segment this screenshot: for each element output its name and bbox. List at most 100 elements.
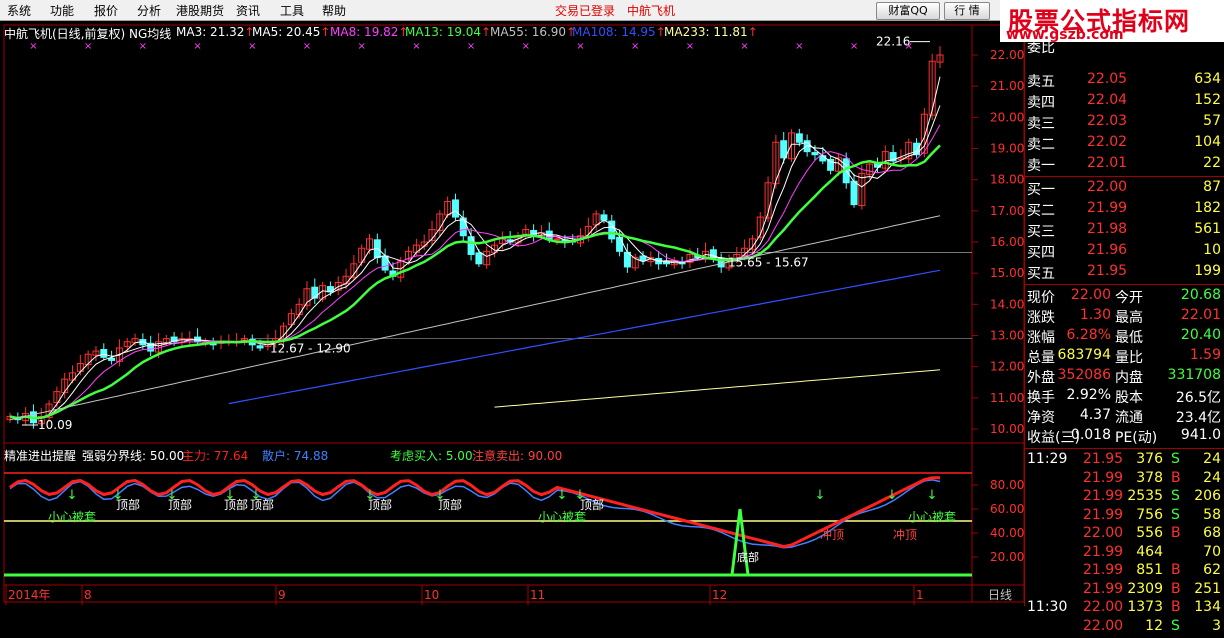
buy-row[interactable]: 买二 21.99 182 <box>1025 199 1224 220</box>
buy-level-label: 买二 <box>1027 203 1055 219</box>
tick-volume: 756 <box>1136 506 1163 523</box>
stat-row[interactable]: 外盘 352086 内盘 331708 <box>1025 366 1224 387</box>
sell-row[interactable]: 卖五 22.05 634 <box>1025 70 1224 91</box>
tick-volume: 1373 <box>1127 599 1163 615</box>
buy-row[interactable]: 买三 21.98 561 <box>1025 220 1224 241</box>
tick-side: S <box>1171 506 1180 523</box>
tick-volume: 378 <box>1136 469 1163 486</box>
sell-price: 22.03 <box>1087 113 1128 129</box>
candle-body <box>600 214 608 221</box>
candle-body <box>827 158 835 171</box>
price-axis-label: 16.00 <box>990 235 1024 249</box>
menu-quote[interactable]: 报价 <box>94 2 118 19</box>
tick-volume: 376 <box>1136 451 1163 467</box>
tick-price: 21.99 <box>1083 506 1124 523</box>
quote-divider <box>1025 284 1224 285</box>
warning-label: 小心被套 <box>538 510 586 524</box>
wealth-qq-button[interactable]: 财富QQ <box>876 2 940 20</box>
top-label: 顶部 <box>438 497 462 512</box>
tick-side: S <box>1171 451 1180 467</box>
tick-side: B <box>1171 562 1181 578</box>
stat-row[interactable]: 收益(三) 0.018 PE(动) 941.0 <box>1025 426 1224 447</box>
sell-price: 22.04 <box>1087 92 1128 108</box>
rush-label: 冲顶 <box>893 527 917 542</box>
top-label: 顶部 <box>224 497 248 512</box>
stat-value: 26.5亿 <box>1175 390 1221 406</box>
menu-analysis[interactable]: 分析 <box>137 2 161 19</box>
signal-arrow: ↓ <box>815 488 826 503</box>
tick-time: 11:30 <box>1027 599 1068 615</box>
stat-row[interactable]: 现价 22.00 今开 20.68 <box>1025 286 1224 307</box>
buy-volume: 10 <box>1203 242 1221 258</box>
chart-frame <box>3 24 1024 603</box>
stat-value: 20.40 <box>1180 327 1221 343</box>
ma233-line <box>494 369 941 408</box>
sell-row[interactable]: 卖四 22.04 152 <box>1025 91 1224 112</box>
sub-legend-title: 精准进出提醒 <box>4 449 77 463</box>
tick-volume: 556 <box>1136 525 1163 541</box>
tick-side: B <box>1171 599 1181 615</box>
signal-marker: × <box>29 41 37 52</box>
stat-label: 净资 <box>1027 410 1055 426</box>
stat-row[interactable]: 涨跌 1.30 最高 22.01 <box>1025 306 1224 327</box>
signal-marker: × <box>357 41 365 52</box>
stat-row[interactable]: 换手 2.92% 股本 26.5亿 <box>1025 386 1224 407</box>
signal-arrow: ↓ <box>67 488 78 503</box>
tick-price: 21.99 <box>1083 543 1124 560</box>
top-label: 顶部 <box>368 497 392 512</box>
menu-news[interactable]: 资讯 <box>236 2 260 19</box>
candle-body <box>100 349 108 358</box>
signal-arrow: ↓ <box>557 488 568 503</box>
stat-label: 涨幅 <box>1027 330 1055 346</box>
stat-label: 换手 <box>1027 390 1055 406</box>
top-label: 顶部 <box>580 497 604 512</box>
stat-value: 20.68 <box>1180 287 1221 303</box>
watermark-logo: 股票公式指标网 www.gszb.com <box>1000 0 1224 43</box>
buy-volume: 561 <box>1194 221 1221 237</box>
stat-label: 涨跌 <box>1027 310 1055 326</box>
stat-label: 现价 <box>1027 290 1055 306</box>
market-button[interactable]: 行 情 <box>944 2 990 20</box>
up-arrow-icon: ↑ <box>747 25 758 39</box>
top-label: 顶部 <box>250 497 274 512</box>
stat-label: 今开 <box>1115 290 1143 306</box>
stat-value: 6.28% <box>1066 327 1111 343</box>
candle-body <box>780 140 788 159</box>
menu-function[interactable]: 功能 <box>50 2 74 19</box>
date-axis-label: 1 <box>916 588 924 602</box>
tick-price: 22.00 <box>1083 599 1124 615</box>
stat-value: 1.59 <box>1189 347 1221 363</box>
menu-help[interactable]: 帮助 <box>322 2 346 19</box>
sell-row[interactable]: 卖一 22.01 22 <box>1025 154 1224 175</box>
stat-row[interactable]: 净资 4.37 流通 23.4亿 <box>1025 406 1224 427</box>
tick-price: 22.00 <box>1083 617 1124 634</box>
buy-volume: 199 <box>1194 263 1221 279</box>
tick-count: 70 <box>1203 543 1221 560</box>
buy-row[interactable]: 买一 22.00 87 <box>1025 178 1224 199</box>
candle-body <box>475 252 483 265</box>
buy-row[interactable]: 买五 21.95 199 <box>1025 262 1224 283</box>
date-axis-label: 12 <box>712 588 727 602</box>
stat-row[interactable]: 总量 683794 量比 1.59 <box>1025 346 1224 367</box>
sell-level-label: 卖四 <box>1027 95 1055 111</box>
warning-label: 小心被套 <box>48 510 96 524</box>
sell-row[interactable]: 卖三 22.03 57 <box>1025 112 1224 133</box>
candle-body <box>811 152 819 156</box>
buy-price: 21.99 <box>1087 200 1128 216</box>
date-axis-label: 2014年 <box>8 588 51 602</box>
sell-row[interactable]: 卖二 22.02 104 <box>1025 133 1224 154</box>
sell-volume: 634 <box>1194 71 1221 87</box>
stat-value: 1.30 <box>1079 307 1111 323</box>
kline-chart[interactable]: 22.00 21.00 20.00 19.00 18.00 17.00 16.00 15.00… <box>0 21 1024 606</box>
period-label: 日线 <box>988 588 1012 602</box>
menu-hk-futures[interactable]: 港股期货 <box>176 2 224 19</box>
menu-tools[interactable]: 工具 <box>280 2 304 19</box>
tick-row[interactable]: 22.00 12 S 3 <box>1025 617 1224 638</box>
tick-side: B <box>1171 525 1181 541</box>
stat-row[interactable]: 涨幅 6.28% 最低 20.40 <box>1025 326 1224 347</box>
top-label: 顶部 <box>168 497 192 512</box>
price-axis-label: 20.00 <box>990 110 1024 124</box>
menu-system[interactable]: 系统 <box>7 2 31 19</box>
buy-row[interactable]: 买四 21.96 10 <box>1025 241 1224 262</box>
current-stock-name: 中航飞机 <box>627 4 676 18</box>
